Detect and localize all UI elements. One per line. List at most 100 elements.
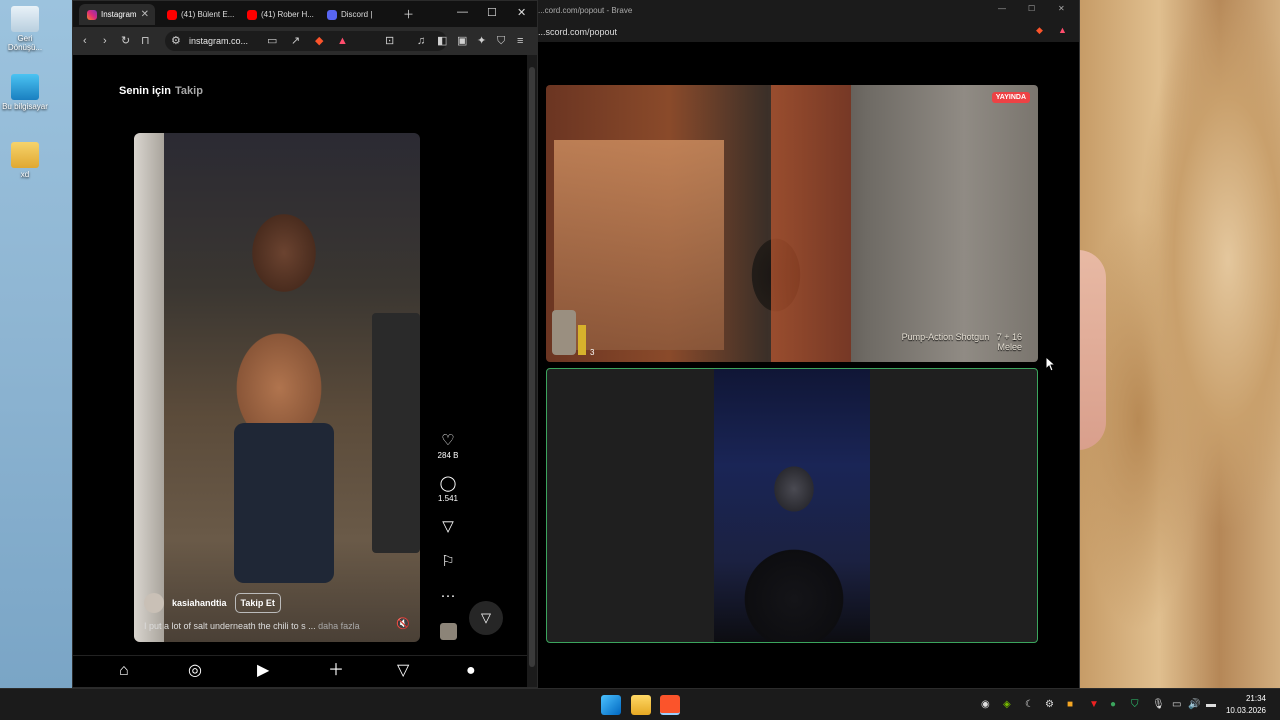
messages-fab[interactable]: ▽ [469, 601, 503, 635]
save-action[interactable]: ⚐ [433, 554, 463, 572]
caption-more-link[interactable]: daha fazla [318, 621, 360, 631]
audio-thumbnail[interactable] [440, 623, 457, 640]
follow-button[interactable]: Takip Et [234, 593, 281, 613]
system-clock[interactable]: 21:34 10.03.2026 [1226, 693, 1266, 717]
minimize-icon[interactable]: — [998, 4, 1006, 13]
explore-icon[interactable]: ◎ [188, 663, 202, 679]
leo-ai-icon[interactable]: ✦ [477, 34, 486, 48]
reload-icon[interactable]: ↻ [121, 34, 130, 48]
share-icon[interactable]: ↗ [291, 34, 300, 48]
muted-icon[interactable]: 🔇 [396, 617, 410, 630]
wallpaper-hair [1078, 0, 1280, 688]
settings-icon[interactable]: ⚙ [1045, 699, 1054, 710]
maximize-icon[interactable]: ☐ [487, 6, 497, 19]
popout-address-bar[interactable]: ...scord.com/popout ◆ ▲ [538, 22, 1079, 42]
more-options-icon[interactable]: ··· [433, 588, 463, 604]
tab-youtube-1[interactable]: (41) Bülent E... [159, 4, 237, 25]
hud-character-icon [552, 310, 576, 355]
network-icon[interactable]: ▭ [1172, 699, 1181, 710]
tab-instagram[interactable]: Instagram ✕ [79, 4, 155, 25]
brave-rewards-icon[interactable]: ▲ [1058, 25, 1067, 35]
close-window-icon[interactable]: ✕ [1058, 4, 1065, 13]
battery-icon[interactable]: ▬ [1206, 699, 1216, 710]
tray-orange-icon[interactable]: ■ [1067, 699, 1073, 710]
tab-label: (41) Bülent E... [181, 10, 235, 19]
screen-share-stream[interactable]: YAYINDA 3 Pump-Action Shotgun 7 + 16 Mel… [546, 85, 1038, 362]
sidebar-icon[interactable]: ◧ [437, 34, 447, 48]
url-text: instagram.co... [189, 36, 249, 46]
tray-red-icon[interactable]: ▼ [1089, 699, 1099, 710]
tray-green-icon[interactable]: ● [1110, 699, 1116, 710]
create-icon[interactable]: ＋ [328, 663, 344, 679]
tray-app-icon[interactable]: ◉ [981, 699, 990, 710]
cast-icon[interactable]: ▭ [267, 34, 277, 48]
url-text: ...scord.com/popout [538, 27, 618, 37]
start-icon[interactable] [601, 695, 621, 715]
media-icon[interactable]: ♫ [417, 34, 425, 48]
share-action[interactable]: ▽ [433, 519, 463, 537]
volume-icon[interactable]: 🔊 [1188, 699, 1200, 710]
close-tab-icon[interactable]: ✕ [141, 9, 149, 20]
file-explorer-icon[interactable] [631, 695, 651, 715]
reel-caption: I put a lot of salt underneath the chili… [144, 621, 360, 631]
shield-icon[interactable]: ⛉ [1131, 699, 1139, 710]
taskbar: ◉ ◈ ☾ ⚙ ■ ▼ ● ⛉ 🎙 ▭ 🔊 ▬ 21:34 10.03.2026 [0, 688, 1280, 720]
desktop-icon-recycle-bin[interactable]: Geri Dönüşü... [0, 6, 50, 52]
tab-youtube-2[interactable]: (41) Rober H... [239, 4, 317, 25]
tab-for-you[interactable]: Senin için [119, 85, 171, 97]
messages-icon[interactable]: ▽ [397, 663, 409, 679]
tab-discord[interactable]: Discord | [319, 4, 397, 25]
wallet-icon[interactable]: ▣ [457, 34, 467, 48]
home-icon[interactable]: ⌂ [119, 663, 129, 679]
nvidia-icon[interactable]: ◈ [1003, 699, 1011, 710]
tab-bar: Instagram ✕ (41) Bülent E... (41) Rober … [73, 1, 537, 27]
comment-action[interactable]: ◯ 1.541 [433, 476, 463, 504]
reel-author-row: kasiahandtia Takip Et [144, 593, 281, 613]
new-tab-icon[interactable]: ＋ [403, 6, 414, 22]
weapon-ammo: 7 + 16 [996, 332, 1022, 342]
author-username[interactable]: kasiahandtia [172, 598, 227, 608]
send-icon: ▽ [481, 610, 491, 625]
reel-video[interactable]: kasiahandtia Takip Et I put a lot of sal… [134, 133, 420, 642]
profile-avatar-icon[interactable]: ● [466, 663, 476, 679]
tab-following[interactable]: Takip [175, 85, 203, 97]
minimize-icon[interactable]: — [457, 6, 468, 18]
maximize-icon[interactable]: ☐ [1028, 4, 1035, 13]
video-call-tile[interactable] [546, 368, 1038, 643]
reels-icon[interactable]: ▶ [257, 663, 269, 679]
desktop-icon-label: xd [20, 170, 30, 179]
comment-icon[interactable]: ◯ [433, 476, 463, 492]
desktop-icon-this-pc[interactable]: Bu bilgisayar [0, 74, 50, 111]
address-bar[interactable]: ⚙ instagram.co... ▭ ↗ ◆ ▲ [165, 31, 447, 51]
forward-icon[interactable]: › [103, 34, 107, 48]
send-icon[interactable]: ▽ [433, 519, 463, 535]
brave-shields-icon[interactable]: ◆ [1036, 25, 1043, 36]
close-window-icon[interactable]: ✕ [517, 6, 526, 19]
like-count: 284 B [437, 451, 459, 460]
youtube-icon [167, 9, 177, 20]
video-scene-door [134, 133, 164, 642]
live-badge: YAYINDA [991, 92, 1030, 103]
bookmark-icon[interactable]: ⚐ [433, 554, 463, 570]
more-action[interactable]: ··· [433, 588, 463, 606]
scrollbar-thumb[interactable] [529, 67, 535, 667]
weapon-name: Pump-Action Shotgun [901, 332, 990, 342]
page-scrollbar[interactable] [527, 55, 537, 687]
moon-icon[interactable]: ☾ [1025, 699, 1034, 710]
site-info-icon[interactable]: ⚙ [171, 34, 181, 48]
microphone-icon[interactable]: 🎙 [1152, 699, 1165, 710]
brave-shields-icon[interactable]: ◆ [315, 34, 323, 48]
like-action[interactable]: ♡ 284 B [433, 433, 463, 461]
desktop-icon-folder[interactable]: xd [0, 142, 50, 179]
screenshot-icon[interactable]: ⊡ [385, 34, 394, 48]
browser-toolbar: ‹ › ↻ ⊓ ⚙ instagram.co... ▭ ↗ ◆ ▲ ⊡ ♫ ◧ … [73, 27, 537, 55]
brave-rewards-icon[interactable]: ▲ [337, 34, 348, 48]
brave-browser-icon[interactable] [660, 695, 680, 715]
bookmark-icon[interactable]: ⊓ [141, 34, 150, 48]
heart-icon[interactable]: ♡ [433, 433, 463, 449]
menu-icon[interactable]: ≡ [517, 34, 523, 48]
vpn-icon[interactable]: ⛉ [497, 34, 505, 48]
back-icon[interactable]: ‹ [83, 34, 87, 48]
browser-window-instagram: Instagram ✕ (41) Bülent E... (41) Rober … [72, 0, 538, 688]
author-avatar[interactable] [144, 593, 164, 613]
